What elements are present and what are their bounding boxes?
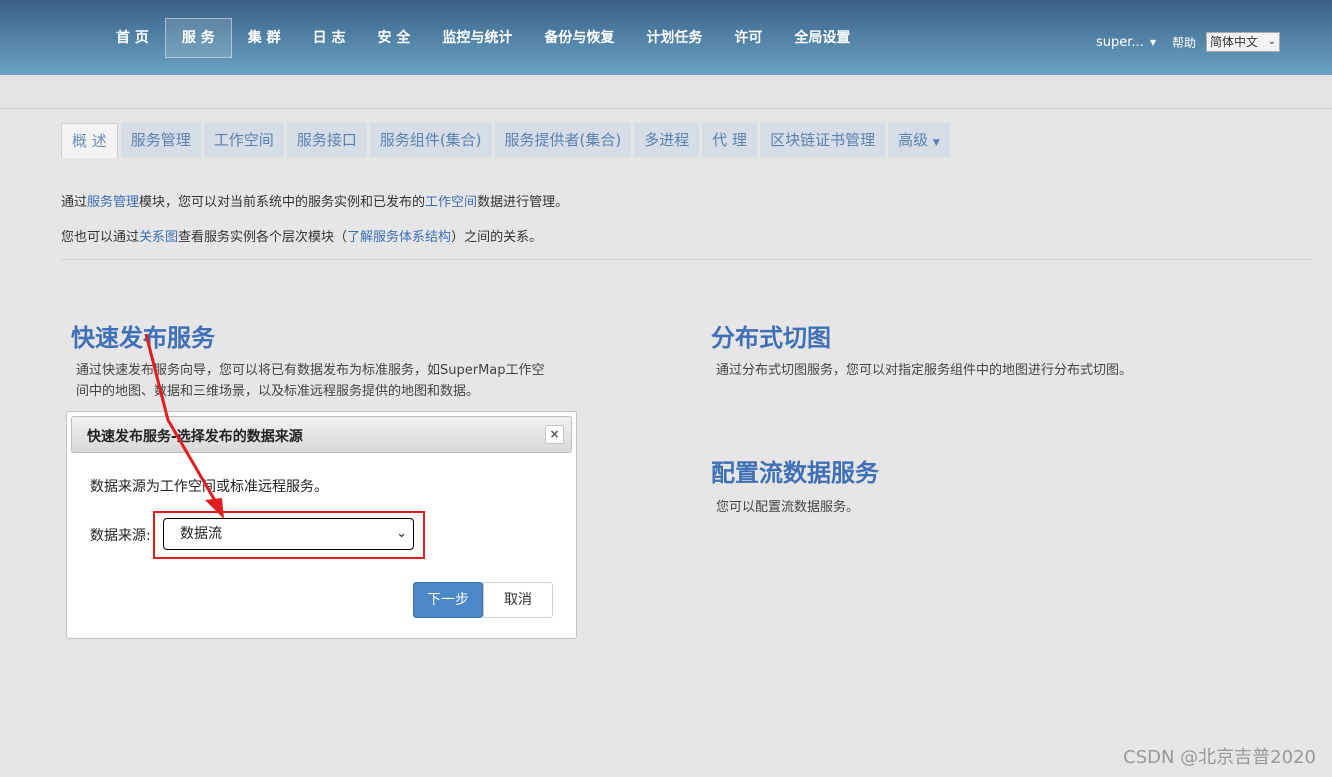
annotation-arrow-icon	[144, 333, 224, 519]
annotation-arrow-head	[205, 498, 224, 519]
watermark: CSDN @北京吉普2020	[1123, 747, 1316, 768]
annotation-arrow-line	[144, 333, 223, 512]
